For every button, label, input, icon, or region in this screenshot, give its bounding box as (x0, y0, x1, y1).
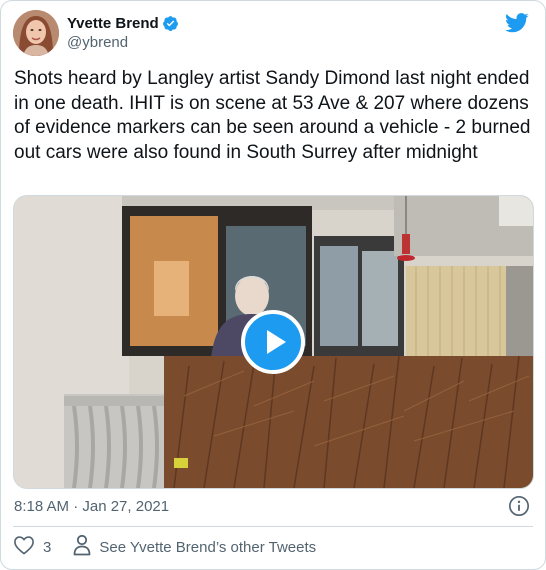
see-other-tweets-label: See Yvette Brend’s other Tweets (99, 538, 317, 556)
like-count: 3 (43, 538, 52, 556)
play-icon (267, 330, 286, 354)
video-player[interactable] (13, 195, 534, 489)
like-button[interactable]: 3 (13, 535, 51, 560)
avatar[interactable] (13, 10, 59, 56)
play-button[interactable] (241, 310, 305, 374)
person-icon (73, 534, 91, 561)
author-names: Yvette Brend @ybrend (67, 13, 179, 51)
tweet-header: Yvette Brend @ybrend (13, 10, 533, 58)
heart-icon (13, 535, 35, 560)
see-other-tweets-link[interactable]: See Yvette Brend’s other Tweets (73, 534, 316, 561)
info-icon[interactable] (508, 495, 530, 517)
verified-badge-icon (162, 15, 179, 32)
tweet-actions: 3 See Yvette Brend’s other Tweets (13, 534, 316, 560)
author-display-name[interactable]: Yvette Brend (67, 15, 159, 32)
tweet-timestamp[interactable]: 8:18 AM · Jan 27, 2021 (14, 498, 169, 515)
tweet-text: Shots heard by Langley artist Sandy Dimo… (14, 68, 531, 163)
tweet-card[interactable]: Yvette Brend @ybrend Shots heard by Lang… (0, 0, 546, 570)
timestamp-row: 8:18 AM · Jan 27, 2021 (14, 495, 533, 521)
divider (13, 526, 533, 527)
author-handle[interactable]: @ybrend (67, 34, 179, 51)
twitter-bird-icon[interactable] (505, 12, 529, 34)
